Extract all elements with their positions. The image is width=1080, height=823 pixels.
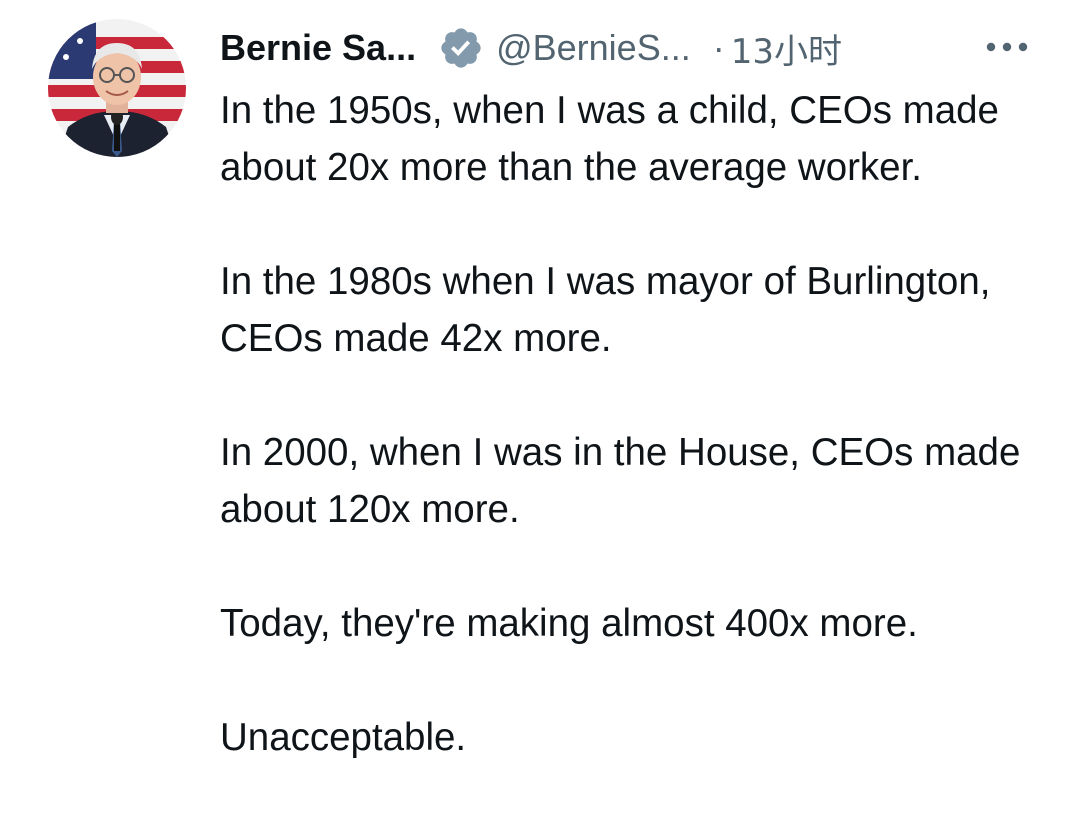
tweet-paragraph: In 2000, when I was in the House, CEOs m…	[220, 431, 1021, 531]
tweet-paragraph: Unacceptable.	[220, 716, 467, 759]
cropped-top-text-fragment	[590, 0, 710, 6]
avatar-photo	[48, 19, 186, 157]
separator-dot: ·	[712, 27, 725, 68]
author-avatar[interactable]	[48, 19, 186, 157]
author-handle[interactable]: @BernieS...	[496, 27, 691, 69]
verified-badge-icon	[438, 25, 484, 71]
tweet-paragraph: In the 1950s, when I was a child, CEOs m…	[220, 89, 999, 189]
more-options-button[interactable]	[984, 35, 1030, 59]
author-display-name[interactable]: Bernie Sa...	[220, 27, 416, 69]
tweet-text: In the 1950s, when I was a child, CEOs m…	[220, 82, 1040, 823]
tweet-paragraph: In the 1980s when I was mayor of Burling…	[220, 260, 991, 360]
tweet-paragraph: Today, they're making almost 400x more.	[220, 602, 918, 645]
more-horizontal-icon	[986, 42, 1028, 52]
tweet-timestamp[interactable]: 13小时	[731, 24, 842, 73]
tweet-header: Bernie Sa... @BernieS... · 13小时	[220, 22, 842, 74]
